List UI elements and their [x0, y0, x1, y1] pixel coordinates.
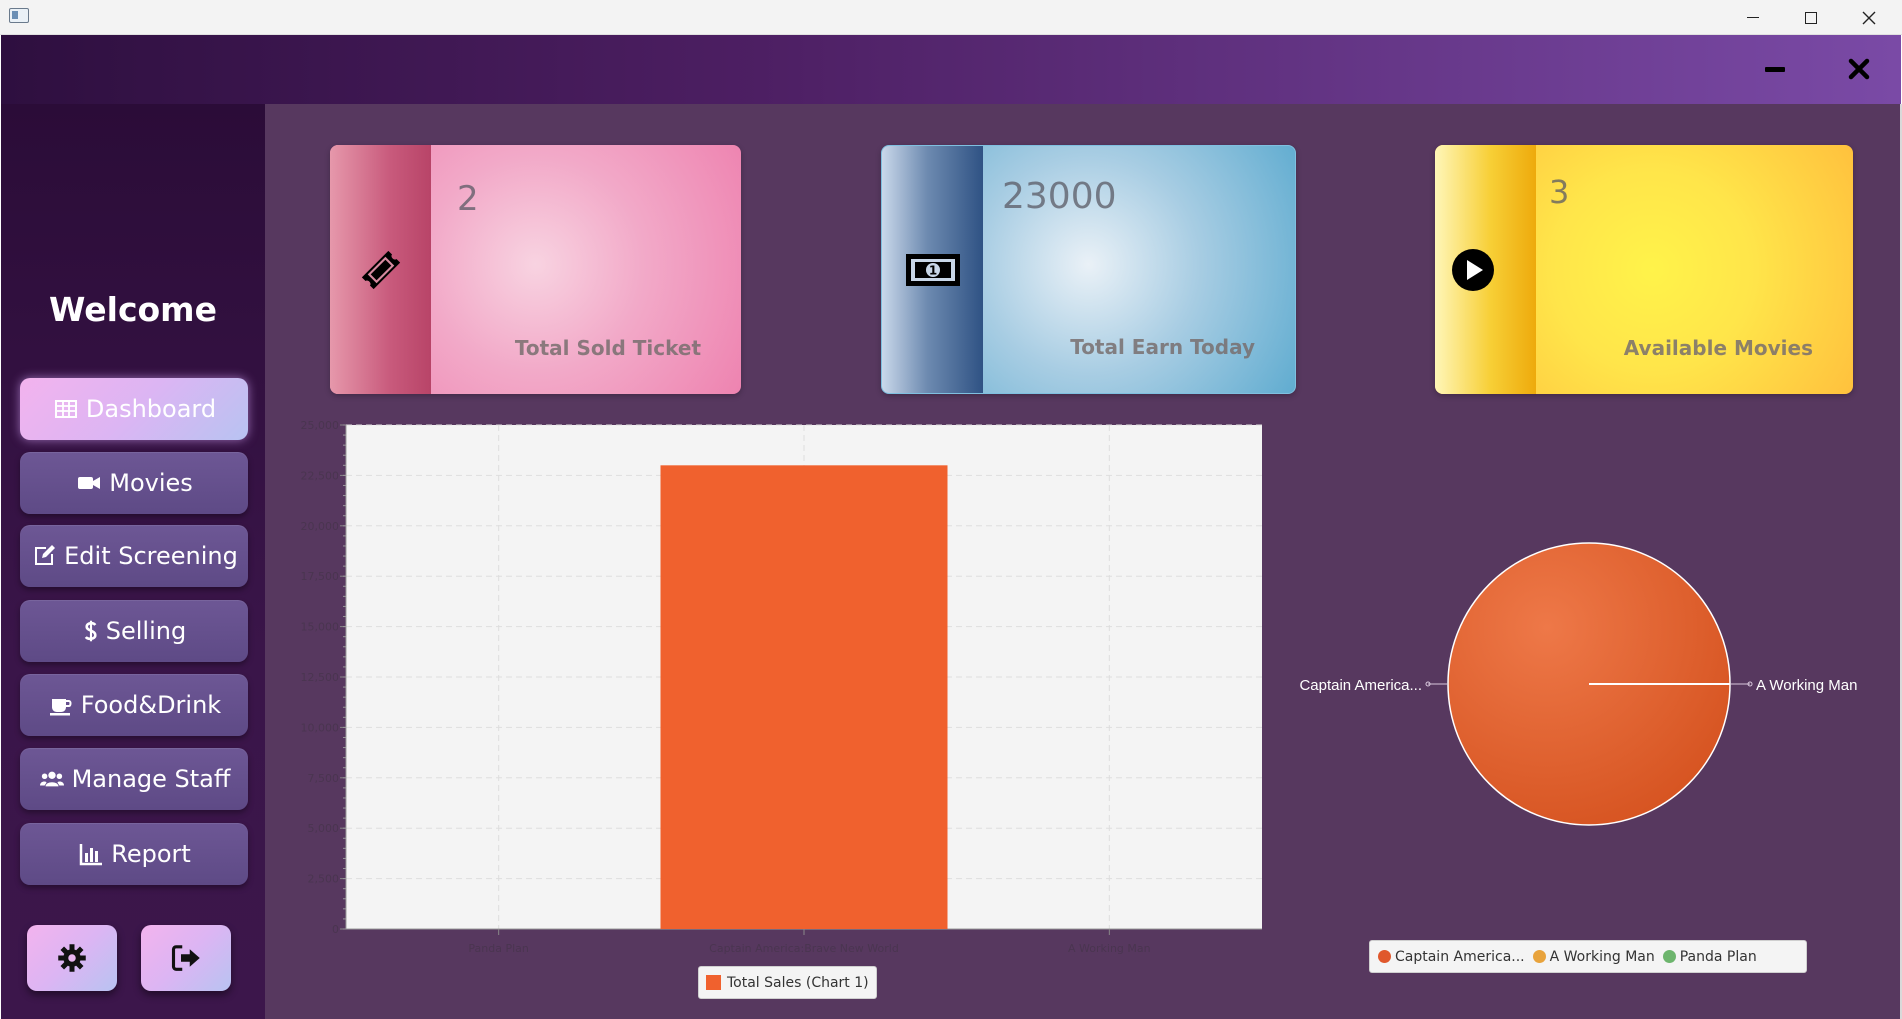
- close-icon: [1862, 11, 1876, 24]
- bar-chart-icon: [77, 840, 105, 868]
- legend-swatch: [706, 975, 721, 990]
- sales-pie-chart: Captain America... A Working Man: [1299, 542, 1857, 826]
- total-sold-ticket-value: 2: [457, 179, 479, 219]
- app-header: [1, 35, 1901, 104]
- nav-movies-label: Movies: [109, 469, 193, 497]
- y-tick-label: 5,000: [308, 822, 340, 835]
- y-tick-label: 7,500: [308, 772, 340, 785]
- bar-chart-legend: Total Sales (Chart 1): [698, 966, 877, 999]
- available-movies-label: Available Movies: [1623, 336, 1813, 360]
- close-icon: [1848, 58, 1870, 80]
- pie-slice-label: Captain America...: [1299, 677, 1422, 694]
- app-window-icon: [9, 8, 29, 23]
- nav-selling-button[interactable]: Selling: [20, 600, 248, 662]
- y-tick-label: 20,000: [301, 520, 340, 533]
- card-icon-strip: [330, 145, 431, 394]
- y-tick-label: 2,500: [308, 873, 340, 886]
- total-earn-today-value: 23000: [1002, 176, 1117, 217]
- nav-food-drink-label: Food&Drink: [80, 691, 222, 719]
- available-movies-card: 3 Available Movies: [1435, 145, 1853, 394]
- y-tick-label: 10,000: [301, 721, 340, 734]
- os-minimize-button[interactable]: [1724, 0, 1782, 35]
- logout-button[interactable]: [141, 925, 231, 991]
- video-camera-icon: [75, 469, 103, 497]
- card-icon-strip: 1: [882, 146, 983, 393]
- sidebar: Welcome Dashboard Movies Edit Screening …: [1, 104, 265, 1019]
- welcome-title: Welcome: [49, 290, 217, 329]
- nav-report-button[interactable]: Report: [20, 823, 248, 885]
- app-close-button[interactable]: [1839, 51, 1879, 87]
- bar[interactable]: [660, 465, 948, 929]
- nav-edit-screening-label: Edit Screening: [64, 542, 238, 570]
- total-sold-ticket-card: 2 Total Sold Ticket: [330, 145, 741, 394]
- y-tick-label: 12,500: [301, 671, 340, 684]
- os-title-bar: [0, 0, 1902, 35]
- y-tick-label: 22,500: [301, 469, 340, 482]
- pie-legend-item: Panda Plan: [1662, 948, 1757, 965]
- y-tick-label: 0: [332, 923, 339, 936]
- legend-dot: [1532, 950, 1546, 963]
- ticket-icon: [361, 250, 400, 289]
- pie-legend-item: Captain America...: [1378, 949, 1525, 965]
- y-tick-label: 15,000: [301, 621, 340, 634]
- legend-dot: [1662, 950, 1676, 963]
- pie-legend-label: Captain America...: [1395, 948, 1525, 965]
- pie-chart-legend: Captain America... A Working Man Panda Pla…: [1369, 940, 1807, 973]
- svg-text:1: 1: [928, 263, 936, 277]
- edit-icon: [30, 542, 58, 570]
- x-tick-label: A Working Man: [1068, 942, 1151, 955]
- total-earn-today-label: Total Earn Today: [1070, 335, 1255, 359]
- nav-dashboard-label: Dashboard: [85, 395, 217, 423]
- y-tick-label: 25,000: [301, 419, 340, 432]
- x-tick-label: Captain America:Brave New World: [709, 942, 899, 955]
- pie-slice-label: A Working Man: [1756, 677, 1857, 694]
- os-maximize-button[interactable]: [1782, 0, 1840, 35]
- table-icon: [52, 395, 80, 423]
- app-minimize-button[interactable]: [1755, 51, 1795, 87]
- play-icon: [1452, 248, 1494, 291]
- nav-movies-button[interactable]: Movies: [20, 452, 248, 514]
- pie-legend-item: A Working Man: [1532, 948, 1655, 965]
- legend-dot: [1378, 950, 1391, 963]
- total-sales-bar-chart: 0 2,500 5,000 7,500 10,000 12,500 15,000 17,500…: [301, 419, 1262, 955]
- nav-manage-staff-button[interactable]: Manage Staff: [20, 748, 248, 810]
- minimize-icon: [1747, 16, 1759, 19]
- available-movies-value: 3: [1549, 173, 1570, 211]
- pie-legend-label: Panda Plan: [1679, 948, 1757, 965]
- pie-legend-label: A Working Man: [1549, 948, 1655, 965]
- nav-manage-staff-label: Manage Staff: [71, 765, 231, 793]
- bar-legend-label: Total Sales (Chart 1): [727, 974, 869, 991]
- nav-selling-label: Selling: [105, 617, 187, 645]
- nav-dashboard-button[interactable]: Dashboard: [20, 378, 248, 440]
- total-sold-ticket-label: Total Sold Ticket: [514, 336, 701, 360]
- minimize-icon: [1765, 66, 1785, 72]
- nav-food-drink-button[interactable]: Food&Drink: [20, 674, 248, 736]
- maximize-icon: [1805, 11, 1817, 24]
- sign-out-icon: [171, 945, 200, 971]
- nav-report-label: Report: [111, 840, 191, 868]
- nav-edit-screening-button[interactable]: Edit Screening: [20, 525, 248, 587]
- y-tick-label: 17,500: [301, 570, 340, 583]
- money-icon: 1: [905, 253, 960, 286]
- x-tick-label: Panda Plan: [468, 942, 529, 955]
- card-icon-strip: [1435, 145, 1536, 394]
- os-close-button[interactable]: [1840, 0, 1898, 35]
- dollar-icon: [82, 617, 100, 645]
- gear-icon: [58, 944, 86, 972]
- coffee-icon: [47, 691, 75, 719]
- settings-button[interactable]: [27, 925, 117, 991]
- total-earn-today-card: 1 23000 Total Earn Today: [881, 145, 1296, 394]
- users-icon: [38, 765, 66, 793]
